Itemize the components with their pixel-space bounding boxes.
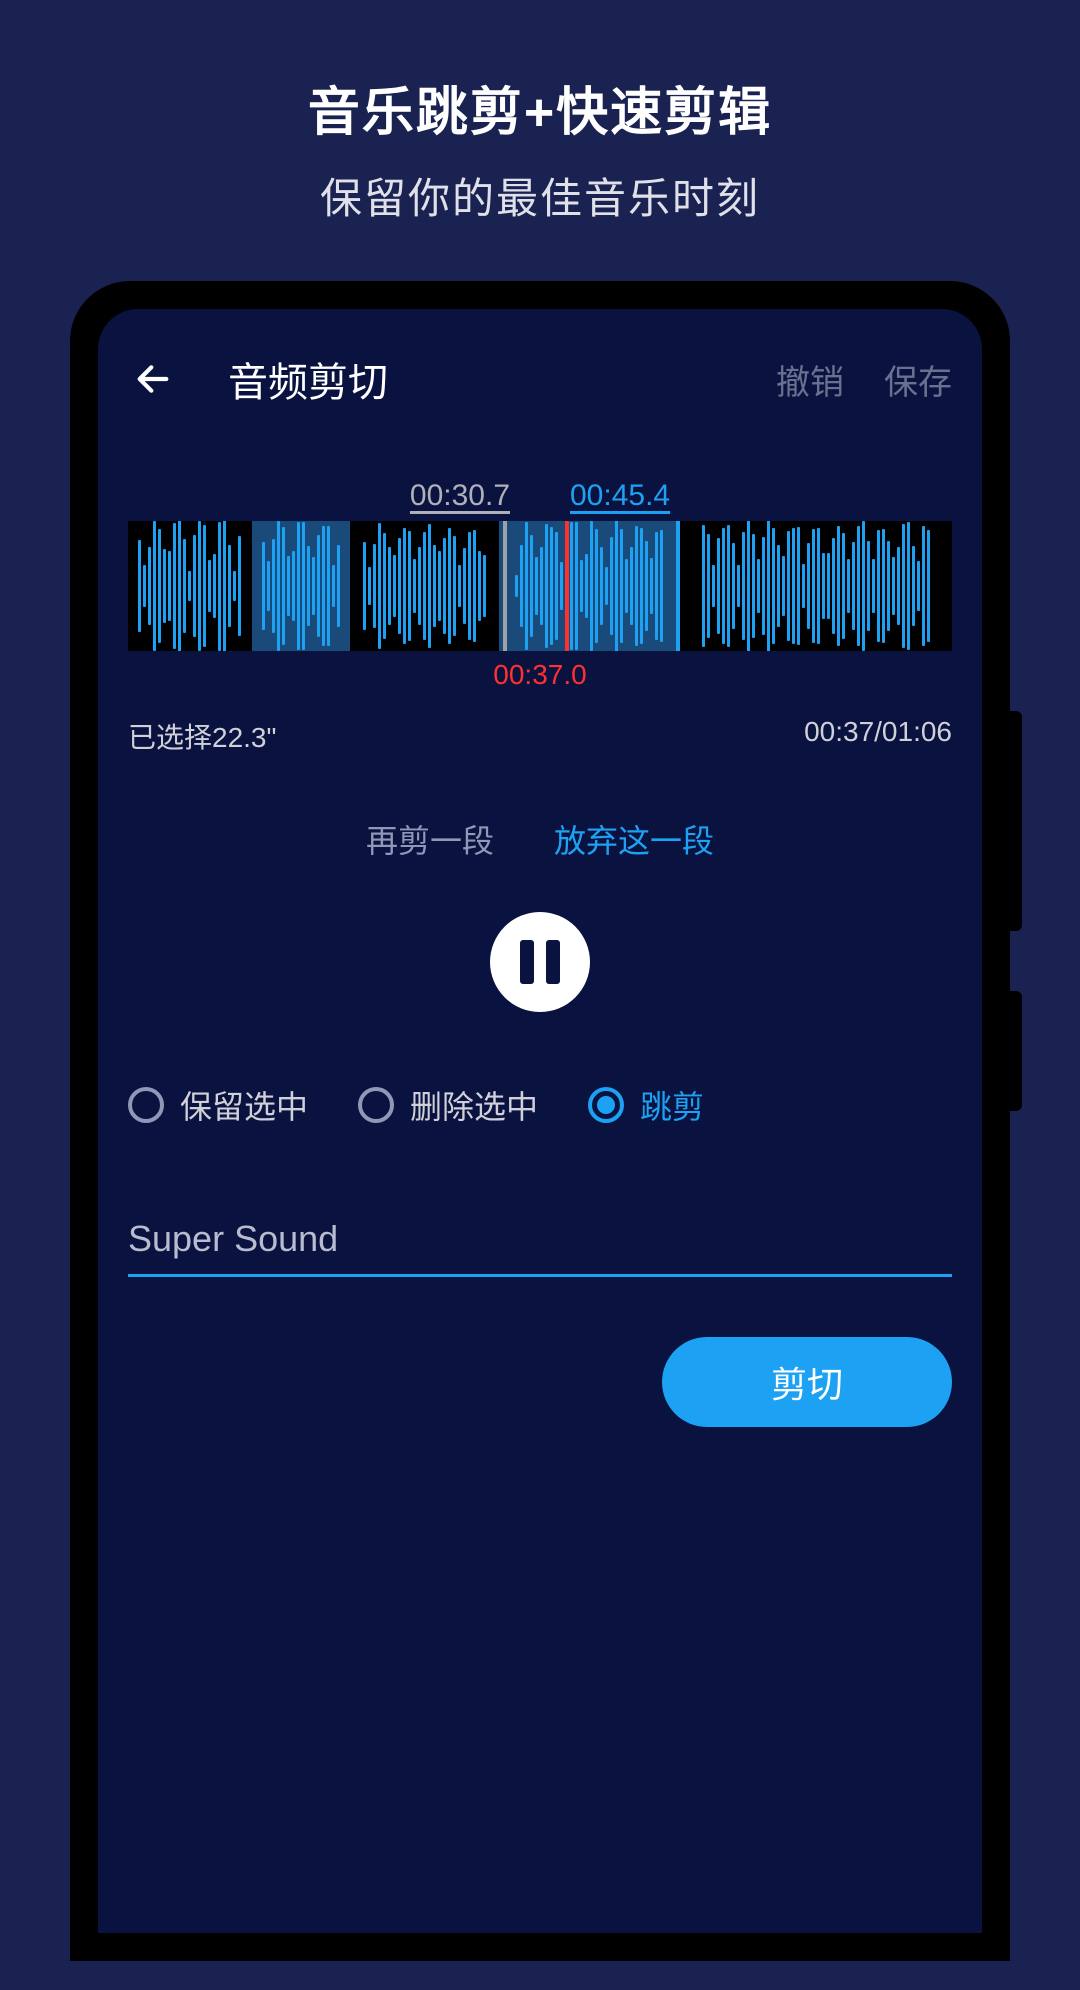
- radio-label: 删除选中: [410, 1082, 538, 1128]
- waveform-editor: 00:30.7 00:45.4 00:37.0: [128, 479, 952, 691]
- wave-segment: [128, 521, 252, 651]
- filename-input[interactable]: Super Sound: [128, 1218, 952, 1277]
- app-screen: 音频剪切 撤销 保存 00:30.7 00:45.4 00:37.0: [98, 309, 982, 1933]
- status-row: 已选择22.3" 00:37/01:06: [98, 716, 982, 756]
- promo-subtitle: 保留你的最佳音乐时刻: [0, 165, 1080, 226]
- radio-jump-cut[interactable]: 跳剪: [588, 1082, 704, 1128]
- radio-icon: [128, 1087, 164, 1123]
- phone-frame: 音频剪切 撤销 保存 00:30.7 00:45.4 00:37.0: [70, 281, 1010, 1961]
- radio-icon: [358, 1087, 394, 1123]
- promo-title: 音乐跳剪+快速剪辑: [0, 70, 1080, 145]
- radio-label: 跳剪: [640, 1082, 704, 1128]
- waveform-track[interactable]: [128, 521, 952, 651]
- radio-icon: [588, 1087, 624, 1123]
- cut-again-button[interactable]: 再剪一段: [366, 816, 494, 862]
- radio-keep-selected[interactable]: 保留选中: [128, 1082, 308, 1128]
- playhead-time: 00:37.0: [128, 659, 952, 691]
- playback-time: 00:37/01:06: [804, 716, 952, 756]
- wave-segment: [680, 521, 952, 651]
- end-marker-line: [676, 521, 680, 651]
- pause-icon: [546, 940, 560, 984]
- segment-actions: 再剪一段 放弃这一段: [98, 816, 982, 862]
- save-button[interactable]: 保存: [884, 355, 952, 404]
- phone-power-button: [1010, 991, 1022, 1111]
- wave-segment-selected: [252, 521, 351, 651]
- start-time-marker[interactable]: 00:30.7: [410, 479, 510, 513]
- end-time-marker[interactable]: 00:45.4: [570, 479, 670, 513]
- back-button[interactable]: [128, 354, 178, 404]
- pause-icon: [520, 940, 534, 984]
- page-title: 音频剪切: [228, 350, 736, 408]
- wave-segment-selected: [499, 521, 680, 651]
- pause-button[interactable]: [490, 912, 590, 1012]
- selected-duration: 已选择22.3": [128, 716, 276, 756]
- radio-label: 保留选中: [180, 1082, 308, 1128]
- discard-segment-button[interactable]: 放弃这一段: [554, 816, 714, 862]
- app-header: 音频剪切 撤销 保存: [98, 339, 982, 419]
- cut-button[interactable]: 剪切: [662, 1337, 952, 1427]
- start-marker-line: [503, 521, 507, 651]
- radio-delete-selected[interactable]: 删除选中: [358, 1082, 538, 1128]
- arrow-left-icon: [133, 359, 173, 399]
- playhead-line[interactable]: [565, 521, 569, 651]
- mode-radio-group: 保留选中 删除选中 跳剪: [98, 1082, 982, 1128]
- wave-segment: [350, 521, 498, 651]
- undo-button[interactable]: 撤销: [776, 355, 844, 404]
- phone-volume-button: [1010, 711, 1022, 931]
